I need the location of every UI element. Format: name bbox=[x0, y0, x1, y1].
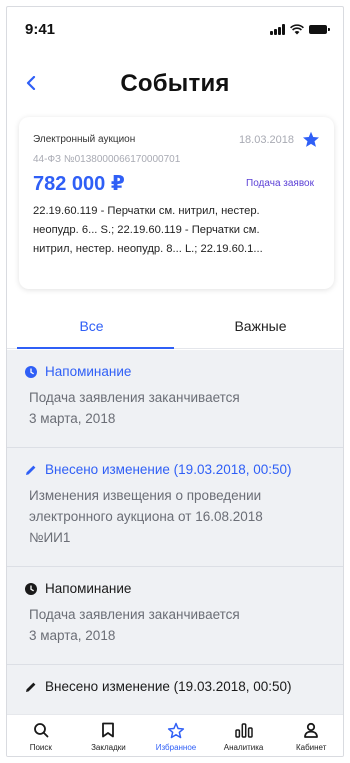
back-button[interactable] bbox=[19, 71, 43, 95]
nav-item-favorites[interactable]: Избранное bbox=[142, 715, 210, 756]
event-body: электронного аукциона от 16.08.2018 bbox=[29, 509, 263, 524]
tender-type: Электронный аукцион bbox=[33, 134, 136, 145]
event-title: Внесено изменение (19.03.2018, 00:50) bbox=[45, 679, 292, 694]
nav-label: Закладки bbox=[91, 743, 126, 752]
search-icon bbox=[32, 721, 50, 739]
status-icons bbox=[270, 23, 330, 35]
signal-icon bbox=[270, 23, 285, 35]
status-bar: 9:41 bbox=[7, 7, 343, 51]
event-body: №ИИ1 bbox=[29, 530, 71, 545]
clock-icon bbox=[25, 365, 37, 378]
event-body: Подача заявления заканчивается bbox=[29, 607, 240, 622]
tender-date: 18.03.2018 bbox=[238, 133, 294, 146]
description-line: 22.19.60.119 - Перчатки см. нитрил, нест… bbox=[33, 205, 260, 217]
tabs: Все Важные bbox=[7, 303, 343, 349]
event-title: Напоминание bbox=[45, 581, 132, 596]
event-item[interactable]: Внесено изменение (19.03.2018, 00:50) bbox=[7, 665, 343, 712]
event-title: Напоминание bbox=[45, 364, 132, 379]
nav-item-analytics[interactable]: Аналитика bbox=[210, 715, 278, 756]
tender-description: 22.19.60.119 - Перчатки см. нитрил, нест… bbox=[33, 202, 320, 259]
nav-label: Поиск bbox=[29, 743, 52, 752]
bottom-nav: Поиск Закладки Избранное Аналитика Кабин… bbox=[7, 714, 343, 756]
user-icon bbox=[302, 721, 320, 739]
star-icon[interactable] bbox=[302, 131, 320, 148]
pencil-icon bbox=[25, 681, 37, 693]
description-line: неопудр. 6... S.; 22.19.60.119 - Перчатк… bbox=[33, 224, 260, 236]
chevron-left-icon bbox=[26, 76, 36, 90]
nav-label: Аналитика bbox=[223, 743, 264, 752]
description-line: нитрил, нестер. неопудр. 8... L.; 22.19.… bbox=[33, 243, 263, 255]
tender-price: 782 000 ₽ bbox=[33, 173, 125, 195]
tab-all[interactable]: Все bbox=[7, 303, 176, 349]
event-title: Внесено изменение (19.03.2018, 00:50) bbox=[45, 462, 292, 477]
nav-item-search[interactable]: Поиск bbox=[7, 715, 75, 756]
event-body: Изменения извещения о проведении bbox=[29, 488, 262, 503]
event-date: 3 марта, 2018 bbox=[29, 411, 116, 426]
event-item[interactable]: Напоминание Подача заявления заканчивает… bbox=[7, 567, 343, 665]
event-body: Подача заявления заканчивается bbox=[29, 390, 240, 405]
status-time: 9:41 bbox=[25, 20, 56, 38]
nav-label: Избранное bbox=[155, 743, 197, 752]
analytics-icon bbox=[234, 721, 253, 739]
event-item[interactable]: Напоминание Подача заявления заканчивает… bbox=[7, 350, 343, 448]
page-title: События bbox=[120, 70, 230, 97]
tab-important[interactable]: Важные bbox=[176, 303, 343, 348]
events-feed[interactable]: Напоминание Подача заявления заканчивает… bbox=[7, 350, 343, 714]
pencil-icon bbox=[25, 464, 37, 476]
nav-label: Кабинет bbox=[295, 743, 327, 752]
wifi-icon bbox=[290, 23, 304, 34]
tender-card[interactable]: Электронный аукцион 18.03.2018 44-ФЗ №01… bbox=[19, 117, 334, 289]
star-icon bbox=[167, 721, 185, 739]
event-item[interactable]: Внесено изменение (19.03.2018, 00:50) Из… bbox=[7, 448, 343, 567]
nav-item-account[interactable]: Кабинет bbox=[277, 715, 343, 756]
clock-icon bbox=[25, 582, 37, 595]
nav-item-bookmarks[interactable]: Закладки bbox=[75, 715, 143, 756]
event-date: 3 марта, 2018 bbox=[29, 628, 116, 643]
bookmark-icon bbox=[99, 721, 117, 739]
tender-status: Подача заявок bbox=[246, 178, 314, 189]
app-screen: 9:41 События Электронный аукцион 18.03.2… bbox=[6, 6, 344, 757]
battery-icon bbox=[309, 24, 330, 34]
tender-number: 44-ФЗ №0138000066170000701 bbox=[33, 154, 181, 165]
header: События bbox=[7, 51, 343, 117]
